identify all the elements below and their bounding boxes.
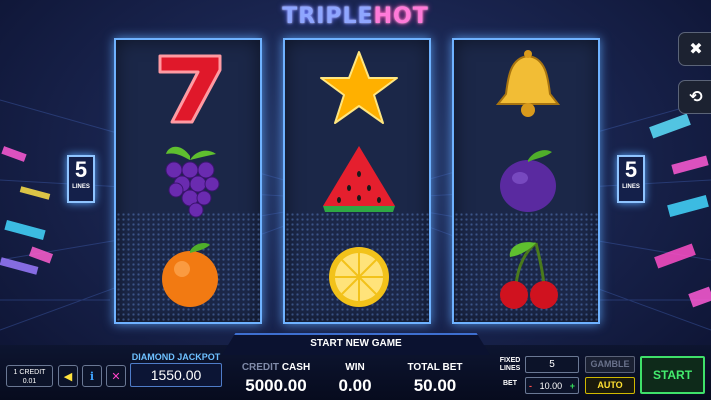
game-logo: TRIPLEHOT [0, 4, 711, 29]
close-button[interactable]: ✖ [678, 32, 711, 66]
history-button[interactable]: ⟲ [678, 80, 711, 114]
status-message: START NEW GAME [310, 338, 402, 349]
reel-3 [452, 38, 600, 324]
watermelon-icon [323, 146, 395, 212]
fixed-lines-label-2: LINES [499, 365, 521, 372]
bet-stepper: - 10.00 + [525, 377, 579, 394]
logo-hot: HOT [373, 4, 429, 29]
lines-label: LINES [72, 184, 90, 190]
grapes-icon [165, 146, 220, 218]
fullscreen-button[interactable]: ✕ [106, 365, 126, 387]
info-button[interactable]: i [82, 365, 102, 387]
bet-label: BET [503, 380, 517, 387]
jackpot-value: 1550.00 [130, 363, 222, 387]
fixed-lines-label: FIXED LINES [497, 357, 523, 373]
cash-label-text[interactable]: CASH [282, 362, 310, 373]
jackpot-label: DIAMOND JACKPOT [131, 352, 221, 362]
speaker-icon: ◀ [63, 370, 73, 383]
gamble-button[interactable]: GAMBLE [585, 356, 635, 373]
orange-icon [162, 243, 218, 307]
close-icon: ✖ [689, 41, 703, 58]
lines-count: 5 [74, 157, 88, 182]
seven-icon [158, 54, 222, 124]
cherries-icon [500, 241, 558, 309]
cash-label: CREDIT CASH [240, 362, 312, 373]
sound-button[interactable]: ◀ [58, 365, 78, 387]
lines-indicator-right: 5 LINES [617, 155, 645, 203]
fixed-lines-label-1: FIXED [499, 357, 521, 364]
lines-label: LINES [622, 184, 640, 190]
win-value: 0.00 [338, 376, 372, 395]
reel-2 [283, 38, 431, 324]
cash-value: 5000.00 [245, 376, 307, 395]
total-bet-label: TOTAL BET [407, 362, 463, 373]
win-label: WIN [345, 362, 365, 373]
auto-button[interactable]: AUTO [585, 377, 635, 394]
history-icon: ⟲ [689, 89, 703, 106]
star-icon [320, 51, 398, 124]
reel-1 [114, 38, 262, 324]
bet-increase-button[interactable]: + [570, 381, 575, 391]
lines-count: 5 [624, 157, 638, 182]
bell-icon [495, 50, 561, 117]
fixed-lines-value: 5 [525, 356, 579, 373]
total-bet-value: 50.00 [413, 376, 457, 395]
credit-label: 1 CREDIT [13, 369, 46, 376]
credit-value-selector[interactable]: 1 CREDIT 0.01 [6, 365, 53, 387]
info-icon: i [89, 369, 95, 383]
fullscreen-icon: ✕ [111, 370, 121, 383]
credit-denomination: 0.01 [22, 378, 37, 385]
credit-toggle-label[interactable]: CREDIT [242, 362, 279, 373]
bet-value: 10.00 [539, 380, 563, 391]
bet-decrease-button[interactable]: - [529, 381, 532, 391]
logo-triple: TRIPLE [282, 4, 374, 29]
lines-indicator-left: 5 LINES [67, 155, 95, 203]
start-button[interactable]: START [640, 356, 705, 394]
lemon-icon [329, 247, 389, 307]
plum-icon [500, 150, 556, 212]
